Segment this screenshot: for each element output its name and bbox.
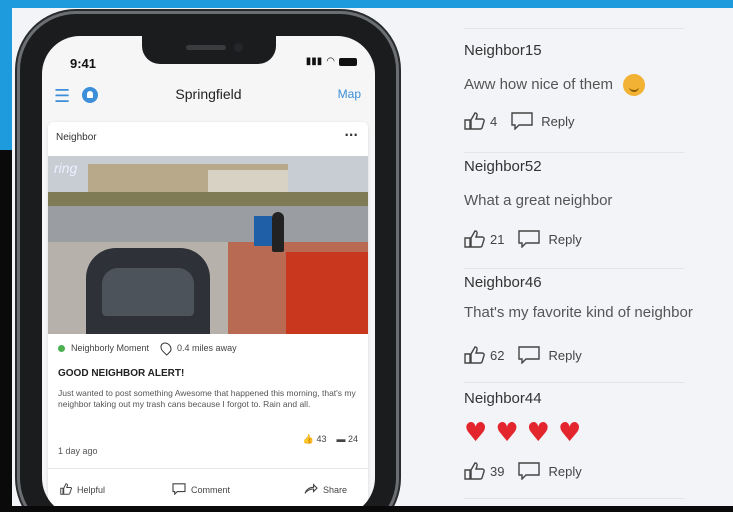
more-options-icon[interactable]: ··· xyxy=(344,128,358,142)
thumbs-up-icon[interactable] xyxy=(464,112,490,130)
camera xyxy=(234,43,243,52)
post-category: Neighborly Moment xyxy=(71,343,150,353)
like-count: 62 xyxy=(490,347,505,363)
phone-notch xyxy=(142,36,276,64)
speaker xyxy=(186,45,226,50)
divider xyxy=(464,28,684,29)
share-label: Share xyxy=(323,485,348,495)
wifi-icon: ◠ xyxy=(326,56,335,67)
reply-icon[interactable] xyxy=(511,112,533,130)
location-pin-icon xyxy=(158,340,174,356)
app-header: ☰ Springfield Map xyxy=(42,82,375,112)
smiling-face-icon xyxy=(622,74,645,96)
share-icon xyxy=(304,483,318,497)
thumbs-up-icon[interactable] xyxy=(464,462,490,480)
divider xyxy=(464,268,684,269)
post-card: Neighbor ··· ring Neighborly Moment 0.4 … xyxy=(48,122,368,506)
signal-icon: ▮▮▮ xyxy=(305,56,323,67)
phone-mockup: 9:41 ▮▮▮ ◠ ☰ Springfield Map Neighbor ··… xyxy=(20,14,396,506)
post-body: Just wanted to post something Awesome th… xyxy=(58,388,356,409)
phone-screen: 9:41 ▮▮▮ ◠ ☰ Springfield Map Neighbor ··… xyxy=(42,36,375,506)
post-actions: Helpful Comment Share xyxy=(48,468,368,506)
battery-icon xyxy=(339,57,357,66)
heart-reactions: ♥ ♥ ♥ ♥ xyxy=(464,420,581,446)
commenter-name: Neighbor52 xyxy=(464,158,542,175)
likes-count-value: 43 xyxy=(316,434,327,444)
comment-actions: 4 Reply xyxy=(464,112,574,130)
heart-icon: ♥ xyxy=(557,418,582,448)
commenter-name: Neighbor44 xyxy=(464,390,542,407)
reply-button[interactable]: Reply xyxy=(548,348,581,363)
video-trash-bin xyxy=(254,216,272,246)
status-icons: ▮▮▮ ◠ xyxy=(306,56,357,67)
heart-icon: ♥ xyxy=(526,418,550,448)
reply-button[interactable]: Reply xyxy=(548,464,581,479)
thumbs-up-icon[interactable] xyxy=(464,346,490,364)
comment-text: What a great neighbor xyxy=(464,192,613,209)
helpful-button[interactable]: Helpful xyxy=(60,483,105,497)
post-meta: Neighborly Moment 0.4 miles away xyxy=(58,340,237,356)
page-title: Springfield xyxy=(175,86,242,102)
thumbs-up-icon[interactable] xyxy=(464,230,490,248)
reply-icon[interactable] xyxy=(518,230,541,248)
like-count: 21 xyxy=(490,231,505,247)
video-street xyxy=(48,206,368,246)
video-mower xyxy=(286,252,368,334)
video-person xyxy=(272,212,284,252)
video-house xyxy=(208,170,288,194)
share-button[interactable]: Share xyxy=(304,483,347,497)
thumbs-up-icon xyxy=(60,483,73,497)
post-title: GOOD NEIGHBOR ALERT! xyxy=(58,368,185,379)
reply-button[interactable]: Reply xyxy=(541,114,574,129)
heart-icon: ♥ xyxy=(495,418,519,448)
post-age: 1 day ago xyxy=(58,446,98,456)
comments-count: ▬ 24 xyxy=(336,434,358,444)
ring-logo: ring xyxy=(54,160,78,176)
comment-actions: 21 Reply xyxy=(464,230,582,248)
heart-icon: ♥ xyxy=(464,418,488,448)
category-dot-icon xyxy=(58,344,65,352)
post-distance: 0.4 miles away xyxy=(177,343,237,353)
comment-icon xyxy=(172,483,186,497)
map-link[interactable]: Map xyxy=(338,87,361,101)
comment-actions: 39 Reply xyxy=(464,462,582,480)
like-count: 4 xyxy=(490,113,498,129)
divider xyxy=(464,498,684,499)
video-lawn xyxy=(48,192,368,206)
comment-label: Comment xyxy=(191,485,231,495)
divider xyxy=(464,382,684,383)
video-thumbnail[interactable]: ring xyxy=(48,156,368,334)
likes-count: 👍 43 xyxy=(302,434,327,444)
frame-border xyxy=(0,0,733,8)
video-car-window xyxy=(102,268,194,316)
status-time: 9:41 xyxy=(70,56,97,71)
stage: 9:41 ▮▮▮ ◠ ☰ Springfield Map Neighbor ··… xyxy=(12,8,733,506)
reply-button[interactable]: Reply xyxy=(548,232,581,247)
like-count: 39 xyxy=(490,463,505,479)
post-counts: 👍 43 ▬ 24 xyxy=(303,434,358,445)
helpful-label: Helpful xyxy=(77,485,106,495)
divider xyxy=(464,152,684,153)
commenter-name: Neighbor46 xyxy=(464,274,542,291)
comments-count-value: 24 xyxy=(347,434,358,444)
comment-button[interactable]: Comment xyxy=(172,483,230,497)
comment-text: Aww how nice of them xyxy=(464,74,645,96)
reply-icon[interactable] xyxy=(518,346,541,364)
comment-text-value: Aww how nice of them xyxy=(464,75,613,93)
comment-actions: 62 Reply xyxy=(464,346,582,364)
comment-text: That's my favorite kind of neighbor xyxy=(464,304,693,321)
post-source: Neighbor xyxy=(56,132,97,143)
commenter-name: Neighbor15 xyxy=(464,42,542,59)
reply-icon[interactable] xyxy=(518,462,541,480)
